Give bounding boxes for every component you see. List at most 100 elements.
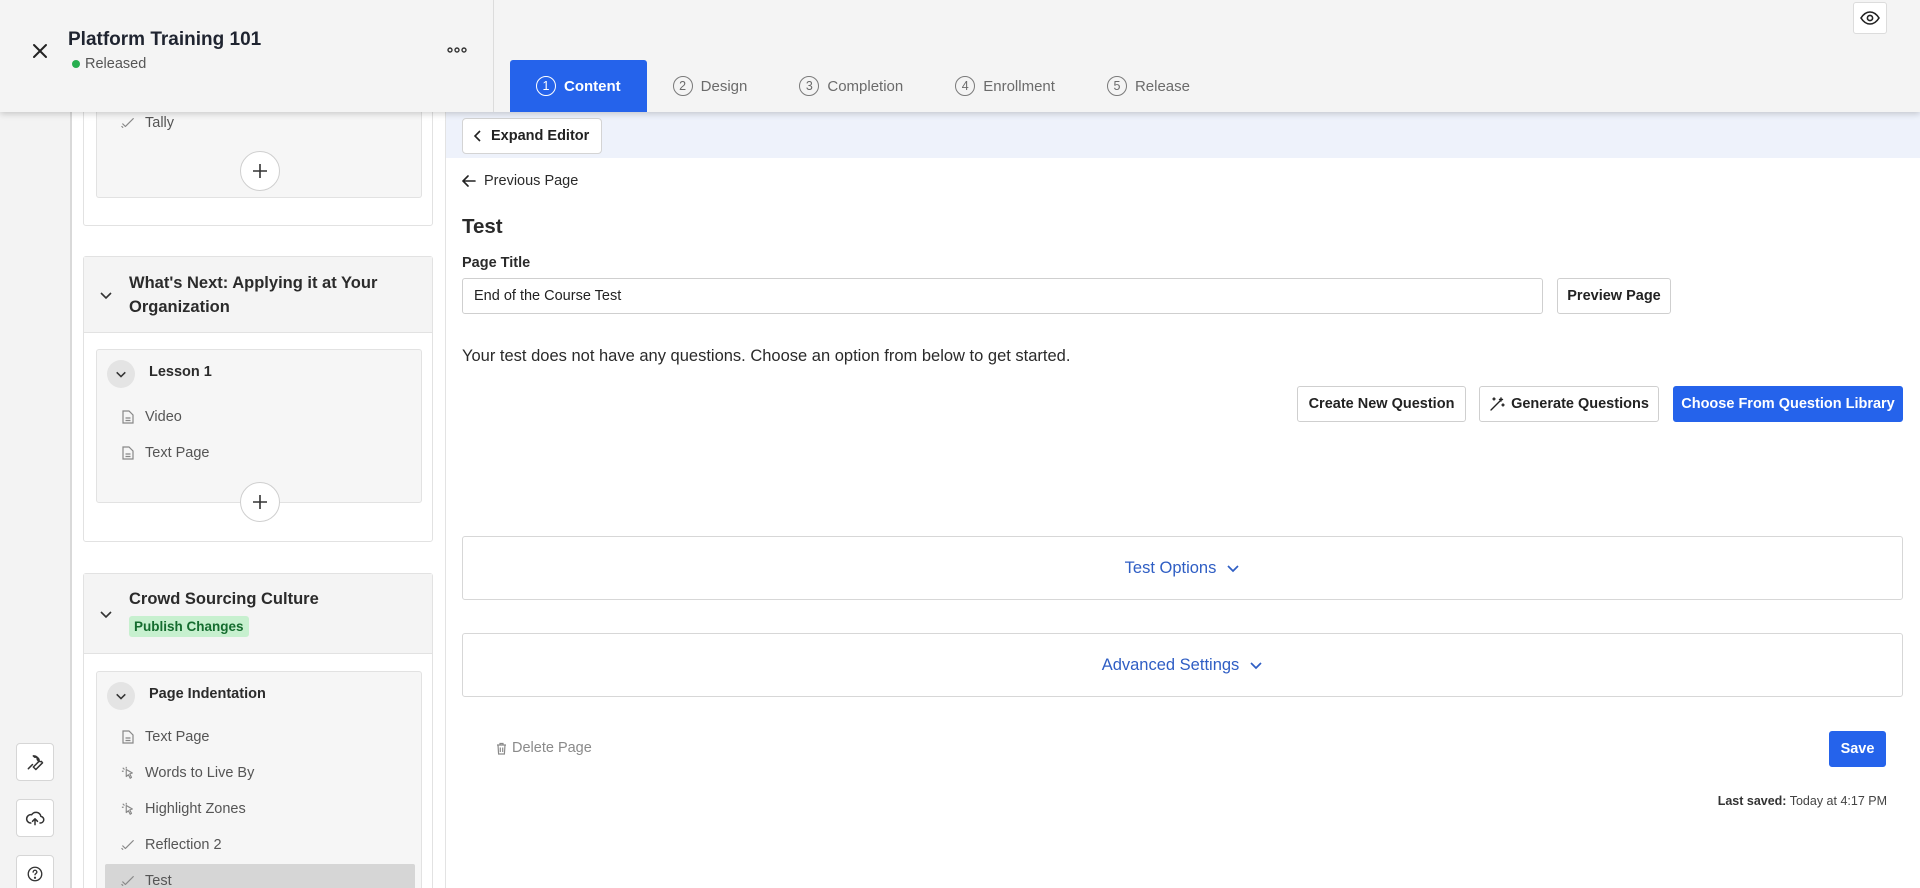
chevron-down-icon[interactable] bbox=[107, 360, 135, 388]
item-label: Reflection 2 bbox=[145, 837, 222, 853]
list-item[interactable]: Video bbox=[105, 400, 415, 434]
step-number: 2 bbox=[672, 76, 693, 96]
help-icon[interactable] bbox=[16, 855, 54, 888]
delete-page-button[interactable]: Delete Page bbox=[496, 740, 592, 756]
interaction-icon bbox=[121, 802, 135, 816]
item-label: Words to Live By bbox=[145, 765, 255, 781]
empty-questions-message: Your test does not have any questions. C… bbox=[462, 347, 1071, 365]
add-page-button[interactable] bbox=[240, 151, 280, 191]
tab-enrollment[interactable]: 4 Enrollment bbox=[929, 60, 1081, 112]
editor-toolbar: Expand Editor bbox=[446, 112, 1920, 158]
last-saved-status: Last saved: Today at 4:17 PM bbox=[1718, 794, 1887, 808]
section-title: Crowd Sourcing Culture bbox=[129, 590, 319, 608]
last-saved-label: Last saved: bbox=[1717, 794, 1787, 808]
save-button[interactable]: Save bbox=[1829, 731, 1886, 767]
lesson-block: Lesson 1 Video Text Page bbox=[96, 349, 422, 522]
check-icon bbox=[121, 838, 135, 852]
eye-icon[interactable] bbox=[1853, 2, 1887, 34]
course-header: Platform Training 101 Released bbox=[0, 0, 494, 112]
interaction-icon bbox=[121, 766, 135, 780]
list-item[interactable]: Words to Live By bbox=[105, 756, 415, 790]
lesson-title: Page Indentation bbox=[149, 686, 266, 702]
lesson-block: Tally bbox=[96, 112, 422, 198]
item-label: Text Page bbox=[145, 445, 210, 461]
status-label: Released bbox=[85, 56, 147, 72]
tab-label: Enrollment bbox=[983, 77, 1055, 95]
accordion-label: Advanced Settings bbox=[1101, 655, 1240, 674]
course-title: Platform Training 101 bbox=[68, 29, 262, 50]
cloud-upload-icon[interactable] bbox=[16, 799, 54, 837]
step-number: 3 bbox=[799, 76, 820, 96]
previous-page-link[interactable]: Previous Page bbox=[462, 173, 578, 189]
tab-release[interactable]: 5 Release bbox=[1081, 60, 1216, 112]
step-number: 1 bbox=[536, 76, 556, 96]
create-new-question-button[interactable]: Create New Question bbox=[1297, 386, 1466, 422]
item-label: Test bbox=[145, 873, 172, 888]
link-label: Previous Page bbox=[484, 173, 579, 189]
tab-completion[interactable]: 3 Completion bbox=[773, 60, 929, 112]
course-status: Released bbox=[72, 56, 146, 72]
section-header[interactable]: Crowd Sourcing Culture Publish Changes bbox=[84, 574, 432, 654]
button-label: Delete Page bbox=[512, 740, 592, 756]
tab-design[interactable]: 2 Design bbox=[647, 60, 774, 112]
page-title-input[interactable] bbox=[462, 278, 1543, 314]
tab-label: Completion bbox=[827, 77, 904, 95]
list-item-active[interactable]: Test bbox=[105, 864, 415, 888]
tab-content[interactable]: 1 Content bbox=[510, 60, 647, 112]
step-number: 5 bbox=[1106, 76, 1127, 96]
lesson-title: Lesson 1 bbox=[149, 364, 212, 380]
close-icon[interactable] bbox=[28, 39, 52, 63]
section-title: What's Next: Applying it at Your Organiz… bbox=[129, 274, 378, 316]
list-item[interactable]: Tally bbox=[105, 112, 415, 140]
top-header: Platform Training 101 Released 1 Content… bbox=[0, 0, 1920, 112]
step-tabs: 1 Content 2 Design 3 Completion 4 Enroll… bbox=[510, 60, 1216, 112]
list-item[interactable]: Highlight Zones bbox=[105, 792, 415, 826]
item-label: Tally bbox=[145, 115, 175, 131]
chevron-down-icon[interactable] bbox=[107, 682, 135, 710]
left-rail bbox=[0, 0, 72, 888]
page-icon bbox=[121, 446, 135, 460]
tab-label: Release bbox=[1134, 77, 1190, 95]
item-label: Highlight Zones bbox=[145, 801, 246, 817]
status-badge: Publish Changes bbox=[129, 616, 249, 637]
check-icon bbox=[121, 874, 135, 888]
page-icon bbox=[121, 730, 135, 744]
section-header[interactable]: What's Next: Applying it at Your Organiz… bbox=[84, 257, 432, 333]
chevron-down-icon[interactable] bbox=[96, 285, 116, 305]
more-options-icon[interactable] bbox=[444, 40, 470, 60]
status-dot bbox=[72, 60, 80, 68]
lesson-header[interactable]: Lesson 1 bbox=[97, 350, 421, 394]
item-label: Video bbox=[145, 409, 182, 425]
page-editor: Expand Editor Previous Page Test Page Ti… bbox=[446, 112, 1920, 888]
lesson-header[interactable]: Page Indentation bbox=[97, 672, 421, 716]
last-saved-value: Today at 4:17 PM bbox=[1789, 794, 1887, 808]
item-label: Text Page bbox=[145, 729, 210, 745]
list-item[interactable]: Reflection 2 bbox=[105, 828, 415, 862]
preview-page-button[interactable]: Preview Page bbox=[1557, 278, 1671, 314]
button-label: Expand Editor bbox=[491, 128, 590, 144]
button-label: Generate Questions bbox=[1511, 396, 1649, 412]
expand-editor-button[interactable]: Expand Editor bbox=[462, 118, 603, 154]
check-icon bbox=[121, 116, 135, 130]
outline-section: Tally bbox=[83, 112, 433, 226]
lesson-block: Page Indentation Text Page Words to Live… bbox=[96, 671, 422, 888]
step-number: 4 bbox=[955, 76, 976, 96]
page-heading: Test bbox=[462, 215, 503, 238]
tab-label: Design bbox=[700, 77, 748, 95]
page-icon bbox=[121, 410, 135, 424]
chevron-down-icon[interactable] bbox=[96, 604, 116, 624]
test-options-accordion[interactable]: Test Options bbox=[462, 536, 1903, 600]
outline-section: Crowd Sourcing Culture Publish Changes P… bbox=[83, 573, 433, 888]
list-item[interactable]: Text Page bbox=[105, 720, 415, 754]
add-page-button[interactable] bbox=[240, 482, 280, 522]
generate-questions-button[interactable]: Generate Questions bbox=[1479, 386, 1659, 422]
advanced-settings-accordion[interactable]: Advanced Settings bbox=[462, 633, 1903, 697]
tab-label: Content bbox=[564, 77, 621, 95]
accordion-label: Test Options bbox=[1124, 558, 1217, 577]
choose-from-library-button[interactable]: Choose From Question Library bbox=[1673, 386, 1903, 422]
course-outline: Tally What's Next: Applying it at Your O… bbox=[72, 112, 446, 888]
list-item[interactable]: Text Page bbox=[105, 436, 415, 470]
page-title-label: Page Title bbox=[462, 255, 531, 271]
outline-section: What's Next: Applying it at Your Organiz… bbox=[83, 256, 433, 542]
wrench-icon[interactable] bbox=[16, 743, 54, 781]
